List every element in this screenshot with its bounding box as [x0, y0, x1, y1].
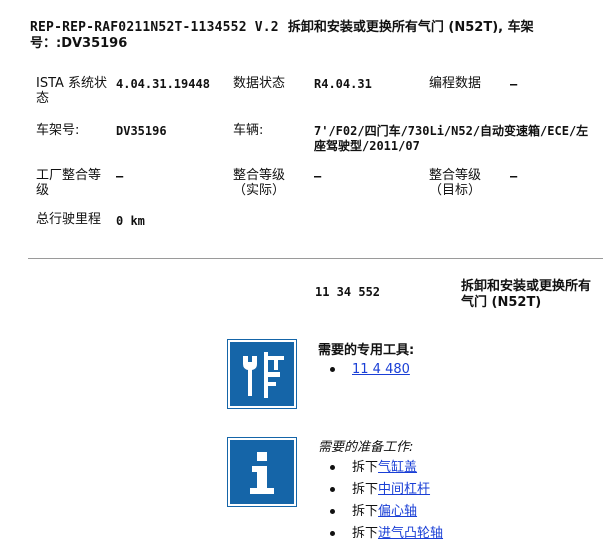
bullet-icon: [330, 509, 335, 514]
programming-label: 编程数据: [429, 76, 482, 91]
list-item: 拆下进气凸轮轴: [330, 523, 443, 545]
bullet-icon: [330, 487, 335, 492]
ista-label: ISTA 系统状态: [36, 76, 108, 106]
list-item: 拆下中间杠杆: [330, 479, 443, 501]
mileage-label: 总行驶里程: [36, 212, 102, 227]
vehicle-label: 车辆:: [233, 123, 264, 138]
factory-integration-value: –: [116, 169, 124, 183]
document-title: REP-REP-RAF0211N52T-1134552 V.2 拆卸和安装或更换…: [30, 20, 570, 52]
prep-prefix: 拆下: [352, 482, 379, 497]
mileage-value: 0 km: [116, 214, 145, 228]
factory-integration-label: 工厂整合等级: [36, 168, 102, 198]
target-integration-label: 整合等级（目标）: [429, 168, 482, 198]
ista-value: 4.04.31.19448: [116, 77, 210, 91]
target-integration-value: –: [510, 169, 518, 183]
info-icon: [227, 437, 297, 507]
data-status-value: R4.04.31: [314, 77, 372, 91]
data-status-label: 数据状态: [233, 76, 286, 91]
list-item: 拆下偏心轴: [330, 501, 443, 523]
prep-list: 拆下气缸盖 拆下中间杠杆 拆下偏心轴 拆下进气凸轮轴: [330, 457, 443, 545]
actual-integration-label: 整合等级（实际）: [233, 168, 286, 198]
prep-heading: 需要的准备工作:: [318, 440, 414, 455]
vehicle-value: 7'/F02/四门车/730Li/N52/自动变速箱/ECE/左座驾驶型/201…: [314, 124, 589, 153]
prep-prefix: 拆下: [352, 460, 379, 475]
repair-title: 拆卸和安装或更换所有气门 (N52T): [461, 279, 592, 310]
prep-link-cylinder-head[interactable]: 气缸盖: [378, 460, 417, 475]
tools-heading: 需要的专用工具:: [318, 343, 415, 358]
prep-prefix: 拆下: [352, 526, 379, 541]
repair-number: 11 34 552: [315, 285, 381, 299]
bullet-icon: [330, 531, 335, 536]
actual-integration-value: –: [314, 169, 322, 183]
document-code: REP-REP-RAF0211N52T-1134552 V.2: [30, 20, 279, 35]
divider: [28, 258, 603, 259]
vin-label: 车架号:: [36, 123, 80, 138]
list-item: 拆下气缸盖: [330, 457, 443, 479]
list-item: 11 4 480: [330, 359, 410, 381]
bullet-icon: [330, 367, 335, 372]
prep-prefix: 拆下: [352, 504, 379, 519]
tool-link[interactable]: 11 4 480: [352, 362, 410, 377]
tools-icon: [227, 339, 297, 409]
vin-value: DV35196: [116, 124, 167, 138]
tools-list: 11 4 480: [330, 359, 410, 381]
vehicle-info-table: ISTA 系统状态 4.04.31.19448 数据状态 R4.04.31 编程…: [30, 62, 603, 257]
prep-link-intermediate-lever[interactable]: 中间杠杆: [378, 482, 430, 497]
programming-value: –: [510, 77, 518, 91]
prep-link-eccentric-shaft[interactable]: 偏心轴: [378, 504, 417, 519]
bullet-icon: [330, 465, 335, 470]
prep-link-intake-camshaft[interactable]: 进气凸轮轴: [378, 526, 443, 541]
